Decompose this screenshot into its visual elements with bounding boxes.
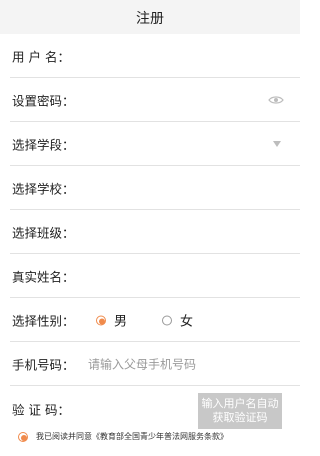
password-label: 设置密码： — [12, 93, 75, 109]
gender-option-female[interactable]: 女 — [162, 311, 193, 330]
username-row[interactable]: 用 户 名： — [0, 34, 300, 78]
phone-label: 手机号码： — [12, 357, 75, 373]
school-select-row[interactable]: 选择学校： — [0, 166, 300, 210]
page-title: 注册 — [136, 11, 164, 27]
stage-label: 选择学段： — [12, 137, 75, 153]
gender-option-label: 女 — [180, 314, 194, 330]
agreement-text: 我已阅读并同意《教育部全国青少年普法网服务条款》 — [36, 432, 228, 441]
class-select-row[interactable]: 选择班级： — [0, 210, 300, 254]
school-label: 选择学校： — [12, 181, 75, 197]
radio-unselected-icon — [162, 315, 172, 325]
phone-placeholder[interactable]: 请输入父母手机号码 — [88, 356, 196, 373]
agreement-check-icon[interactable] — [18, 431, 28, 442]
realname-row[interactable]: 真实姓名： — [0, 254, 300, 298]
get-code-button-line2: 获取验证码 — [212, 411, 268, 424]
get-code-button[interactable]: 输入用户名自动 获取验证码 — [198, 393, 282, 429]
gender-option-label: 男 — [114, 314, 128, 330]
radio-selected-icon — [96, 315, 106, 325]
code-row[interactable]: 验 证 码： 输入用户名自动 获取验证码 — [0, 386, 300, 432]
get-code-button-line1: 输入用户名自动 — [201, 397, 279, 410]
code-label: 验 证 码： — [12, 402, 70, 418]
top-bar: 注册 — [0, 0, 300, 34]
password-row[interactable]: 设置密码： — [0, 78, 300, 122]
phone-row[interactable]: 手机号码： 请输入父母手机号码 — [0, 342, 300, 386]
stage-select-row[interactable]: 选择学段： — [0, 122, 300, 166]
agreement[interactable]: 我已阅读并同意《教育部全国青少年普法网服务条款》 — [18, 431, 228, 442]
gender-row: 选择性别： 男 女 — [0, 298, 300, 342]
gender-label: 选择性别： — [12, 313, 75, 329]
realname-label: 真实姓名： — [12, 269, 75, 285]
username-label: 用 户 名： — [12, 49, 70, 65]
dropdown-icon[interactable] — [272, 140, 282, 148]
class-label: 选择班级： — [12, 225, 75, 241]
gender-option-male[interactable]: 男 — [96, 311, 127, 330]
eye-icon[interactable] — [268, 95, 284, 105]
